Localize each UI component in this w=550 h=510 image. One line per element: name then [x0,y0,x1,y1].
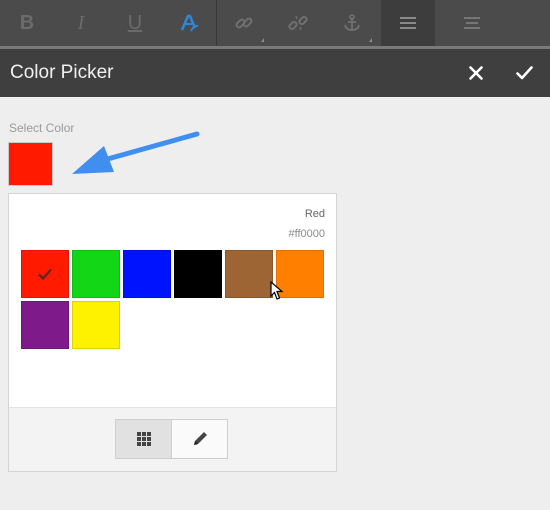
color-swatch[interactable] [72,250,120,298]
color-swatch[interactable] [123,250,171,298]
selected-color-swatch[interactable] [8,142,53,186]
bold-button[interactable]: B [0,0,54,46]
anchor-button[interactable] [325,0,379,46]
anchor-icon [344,14,360,31]
dialog-title: Color Picker [10,62,114,83]
bold-icon: B [19,11,35,34]
align-center-button[interactable] [445,0,499,46]
text-color-button[interactable] [162,0,216,46]
color-swatch[interactable] [72,301,120,349]
grid-icon [136,432,151,446]
underline-icon: U [127,11,143,34]
dropdown-caret-icon [261,38,264,42]
check-icon [515,66,533,80]
align-left-icon [400,17,416,29]
edit-mode-button[interactable] [172,420,227,458]
color-name: Red [304,208,325,220]
align-center-icon [464,17,480,29]
selected-check-icon [38,268,52,281]
underline-button[interactable]: U [108,0,162,46]
color-swatch[interactable] [225,250,273,298]
italic-button[interactable]: I [54,0,108,46]
panel-footer [9,407,336,471]
pencil-icon [193,432,207,445]
color-hex-value: #ff0000 [288,228,325,240]
dropdown-caret-icon [369,38,372,42]
text-color-icon [180,14,199,32]
confirm-button[interactable] [504,49,544,97]
swatches-mode-button[interactable] [116,420,172,458]
mouse-cursor-icon [270,281,284,300]
color-picker-panel: Red #ff0000 [8,193,337,472]
rich-text-toolbar: B I U [0,0,550,46]
mode-toggle-group [115,419,228,459]
dialog-header: Color Picker [0,49,550,97]
close-icon [469,66,483,80]
color-swatch[interactable] [21,301,69,349]
color-swatch[interactable] [174,250,222,298]
unlink-icon [288,15,308,31]
italic-icon: I [77,11,85,34]
color-swatch[interactable] [21,250,69,298]
align-left-button[interactable] [381,0,435,46]
close-button[interactable] [456,49,496,97]
unlink-button[interactable] [271,0,325,46]
link-icon [235,17,253,29]
annotation-arrow-icon [72,131,200,174]
link-button[interactable] [217,0,271,46]
